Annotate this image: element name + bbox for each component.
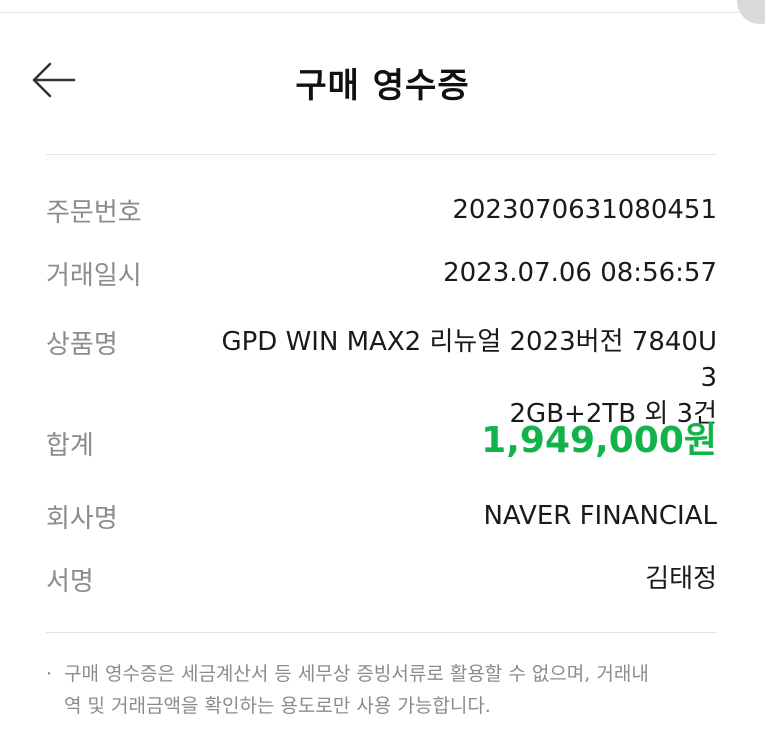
signature-value: 김태정 [645, 564, 717, 594]
order-number-label: 주문번호 [46, 198, 142, 228]
notice-bullet: · [46, 663, 53, 685]
notice-line-1: 구매 영수증은 세금계산서 등 세무상 증빙서류로 활용할 수 없으며, 거래내 [64, 663, 649, 685]
top-edge-line [0, 12, 765, 13]
total-amount: 1,949,000원 [481, 420, 717, 461]
product-name-line-1: GPD WIN MAX2 리뉴얼 2023버전 7840U 3 [221, 327, 717, 393]
page-title: 구매 영수증 [295, 66, 470, 106]
receipt-notice: · 구매 영수증은 세금계산서 등 세무상 증빙서류로 활용할 수 없으며, 거… [46, 658, 717, 722]
header: 구매 영수증 [0, 40, 765, 120]
signature-label: 서명 [46, 567, 94, 597]
notice-line-2: 역 및 거래금액을 확인하는 용도로만 사용 가능합니다. [64, 695, 491, 717]
company-value: NAVER FINANCIAL [483, 501, 717, 531]
company-label: 회사명 [46, 504, 118, 534]
total-label: 합계 [46, 431, 94, 461]
order-number-value: 2023070631080451 [452, 195, 717, 225]
top-divider [46, 154, 717, 155]
product-name-value: GPD WIN MAX2 리뉴얼 2023버전 7840U 3 2GB+2TB … [197, 324, 717, 432]
receipt-page: 구매 영수증 주문번호 2023070631080451 거래일시 2023.0… [0, 0, 765, 750]
product-name-label: 상품명 [46, 330, 118, 360]
bottom-divider [46, 632, 717, 633]
transaction-date-value: 2023.07.06 08:56:57 [443, 258, 717, 288]
corner-overlay [737, 0, 765, 24]
transaction-date-label: 거래일시 [46, 261, 142, 291]
